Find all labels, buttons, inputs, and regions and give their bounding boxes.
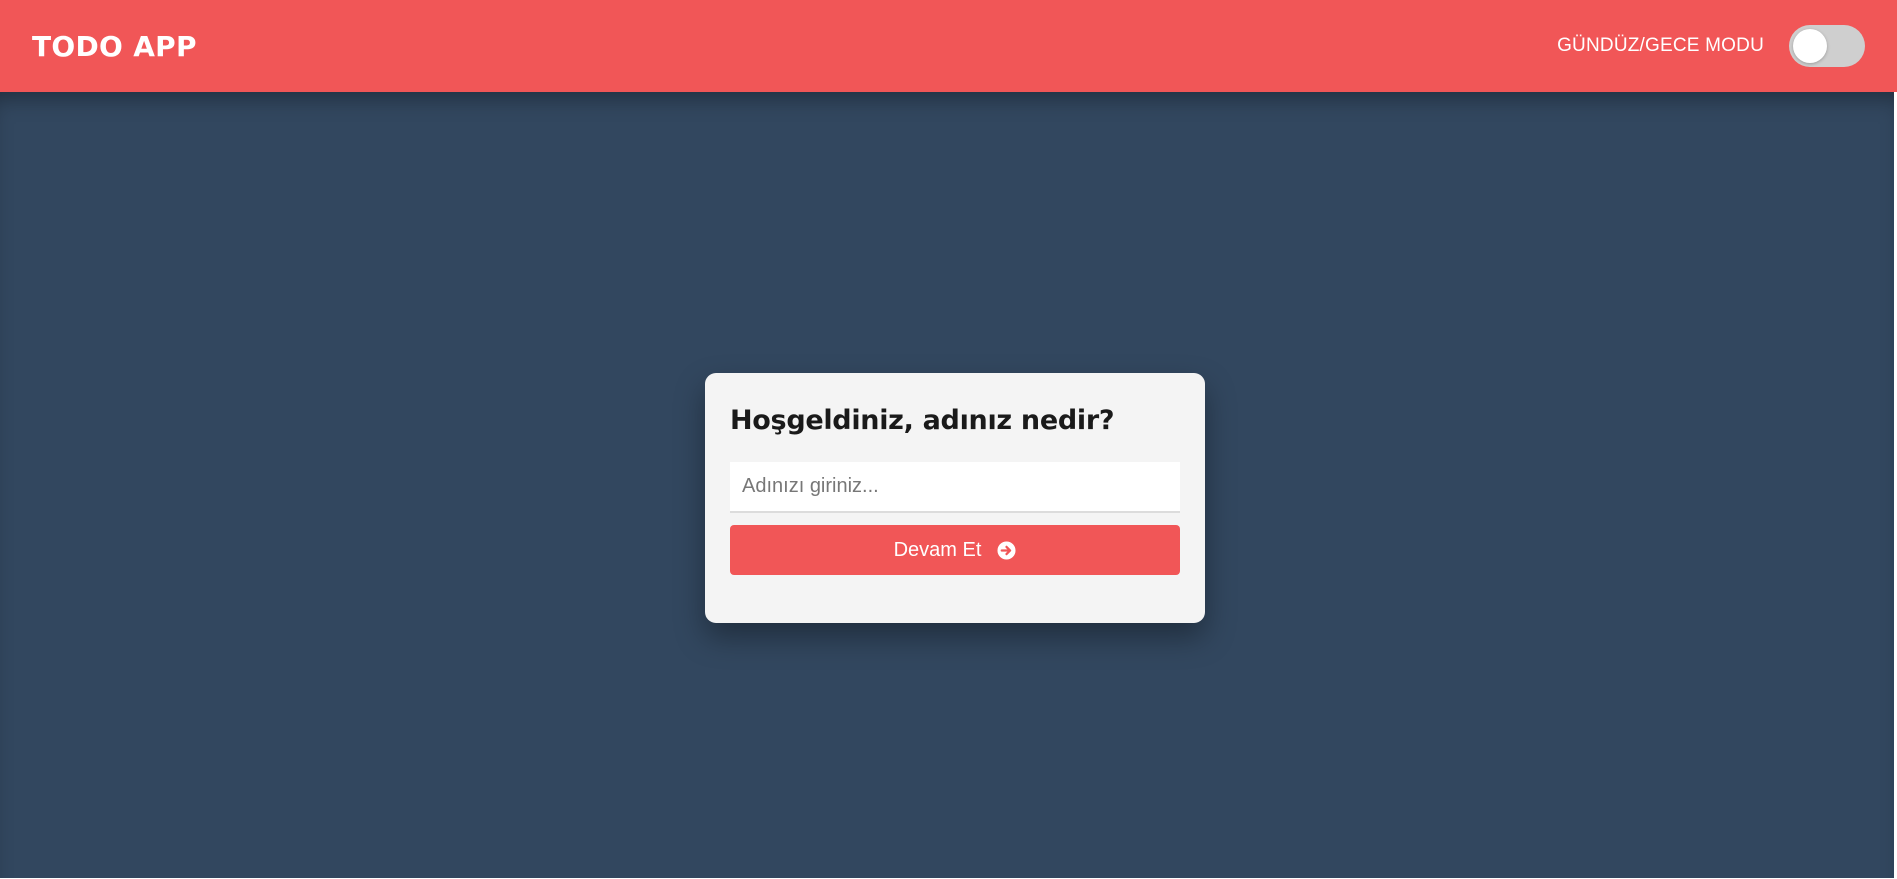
app-root: TODO APP GÜNDÜZ/GECE MODU Hoşgeldiniz, a… xyxy=(0,0,1897,879)
welcome-card: Hoşgeldiniz, adınız nedir? Devam Et xyxy=(705,373,1205,623)
main-area: Hoşgeldiniz, adınız nedir? Devam Et xyxy=(0,92,1894,878)
arrow-circle-right-icon xyxy=(997,540,1016,560)
continue-button[interactable]: Devam Et xyxy=(730,525,1180,575)
welcome-title: Hoşgeldiniz, adınız nedir? xyxy=(730,405,1115,436)
toggle-knob xyxy=(1793,29,1827,63)
continue-button-label: Devam Et xyxy=(893,538,982,561)
top-bar: TODO APP GÜNDÜZ/GECE MODU xyxy=(0,0,1897,92)
name-input[interactable] xyxy=(730,462,1180,513)
theme-mode-toggle[interactable] xyxy=(1789,25,1865,67)
app-title: TODO APP xyxy=(32,29,197,63)
theme-mode-control: GÜNDÜZ/GECE MODU xyxy=(1557,25,1865,67)
theme-mode-label: GÜNDÜZ/GECE MODU xyxy=(1557,35,1764,56)
